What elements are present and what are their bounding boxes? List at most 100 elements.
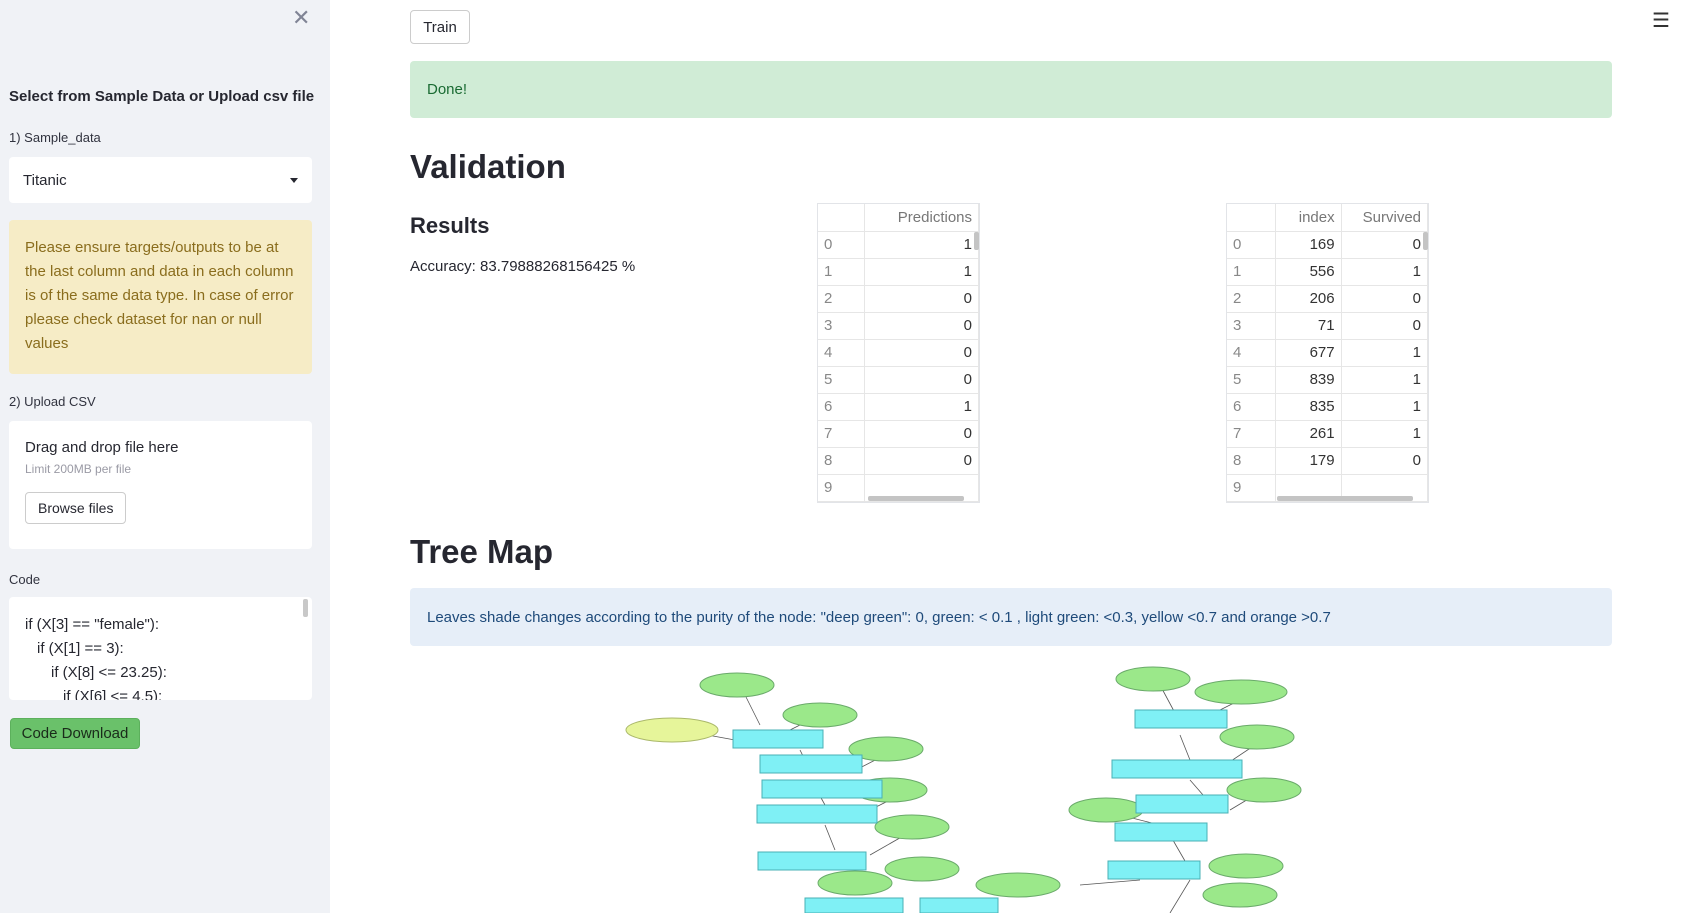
column-header[interactable]: Predictions xyxy=(864,204,979,232)
table-row: 3 71 0 xyxy=(1227,312,1428,340)
menu-icon[interactable]: ☰ xyxy=(1652,8,1670,33)
table-cell[interactable]: 1 xyxy=(1341,339,1428,367)
accuracy-text: Accuracy: 83.79888268156425 % xyxy=(410,258,636,275)
row-index: 6 xyxy=(818,393,866,421)
table-header-row: index Survived xyxy=(1227,204,1428,232)
actuals-dataframe[interactable]: index Survived 0 169 0 1 556 1 2 206 0 3 71 0 46… xyxy=(1226,203,1429,503)
scrollbar[interactable] xyxy=(1423,232,1428,250)
table-row: 61 xyxy=(818,393,979,421)
table-row: 2 206 0 xyxy=(1227,285,1428,313)
browse-files-button[interactable]: Browse files xyxy=(25,492,127,524)
table-row: 4 677 1 xyxy=(1227,339,1428,367)
close-icon[interactable]: ✕ xyxy=(292,6,310,30)
tree-map-image xyxy=(625,666,1302,913)
drop-text: Drag and drop file here xyxy=(25,439,179,456)
code-line: if (X[6] <= 4.5): xyxy=(63,688,163,700)
table-row: 50 xyxy=(818,366,979,394)
table-row: 20 xyxy=(818,285,979,313)
table-row: 70 xyxy=(818,420,979,448)
validation-heading: Validation xyxy=(410,148,566,185)
table-cell[interactable]: 0 xyxy=(864,447,979,475)
column-header[interactable] xyxy=(1227,204,1277,232)
code-textarea[interactable]: if (X[3] == "female"): if (X[1] == 3): i… xyxy=(9,597,312,700)
row-index: 6 xyxy=(1227,393,1277,421)
table-cell[interactable]: 0 xyxy=(864,420,979,448)
row-index: 8 xyxy=(818,447,866,475)
table-cell[interactable]: 677 xyxy=(1275,339,1342,367)
row-index: 7 xyxy=(1227,420,1277,448)
table-row: 80 xyxy=(818,447,979,475)
table-cell[interactable]: 0 xyxy=(1341,447,1428,475)
column-header[interactable] xyxy=(818,204,866,232)
code-line: if (X[1] == 3): xyxy=(37,640,124,657)
row-index: 2 xyxy=(1227,285,1277,313)
column-header[interactable]: index xyxy=(1275,204,1342,232)
table-row: 01 xyxy=(818,231,979,259)
tree-nodes xyxy=(625,666,1302,913)
table-cell[interactable]: 839 xyxy=(1275,366,1342,394)
row-index: 4 xyxy=(818,339,866,367)
train-button[interactable]: Train xyxy=(410,10,470,44)
table-cell[interactable]: 835 xyxy=(1275,393,1342,421)
table-cell[interactable]: 1 xyxy=(1341,393,1428,421)
row-index: 9 xyxy=(818,474,866,502)
table-cell[interactable]: 0 xyxy=(1341,285,1428,313)
table-cell[interactable]: 1 xyxy=(864,393,979,421)
code-label: Code xyxy=(9,572,41,587)
sample-data-select[interactable]: Titanic xyxy=(9,157,312,203)
table-cell[interactable]: 556 xyxy=(1275,258,1342,286)
table-cell[interactable]: 0 xyxy=(864,285,979,313)
predictions-table: Predictions 01 11 20 30 40 50 61 70 80 9 xyxy=(818,204,979,502)
actuals-table: index Survived 0 169 0 1 556 1 2 206 0 3 71 0 46… xyxy=(1227,204,1428,502)
table-row: 8 179 0 xyxy=(1227,447,1428,475)
table-cell[interactable]: 0 xyxy=(864,366,979,394)
table-cell[interactable]: 169 xyxy=(1275,231,1342,259)
info-alert: Leaves shade changes according to the pu… xyxy=(410,588,1612,646)
predictions-dataframe[interactable]: Predictions 01 11 20 30 40 50 61 70 80 9 xyxy=(817,203,980,503)
warning-alert: Please ensure targets/outputs to be at t… xyxy=(9,220,312,374)
sample-data-value: Titanic xyxy=(23,171,67,189)
table-cell[interactable]: 261 xyxy=(1275,420,1342,448)
table-row: 1 556 1 xyxy=(1227,258,1428,286)
table-cell[interactable]: 0 xyxy=(1341,312,1428,340)
sidebar-title: Select from Sample Data or Upload csv fi… xyxy=(9,88,315,105)
table-cell[interactable]: 1 xyxy=(1341,366,1428,394)
code-download-button[interactable]: Code Download xyxy=(10,718,140,749)
row-index: 1 xyxy=(1227,258,1277,286)
tree-map-heading: Tree Map xyxy=(410,533,554,570)
row-index: 7 xyxy=(818,420,866,448)
scrollbar[interactable] xyxy=(1277,496,1413,501)
scrollbar[interactable] xyxy=(303,599,308,617)
table-cell[interactable]: 0 xyxy=(864,339,979,367)
limit-text: Limit 200MB per file xyxy=(25,462,132,476)
table-cell[interactable]: 1 xyxy=(864,258,979,286)
sample-data-label: 1) Sample_data xyxy=(9,130,101,145)
table-cell[interactable]: 0 xyxy=(864,312,979,340)
table-row: 30 xyxy=(818,312,979,340)
row-index: 3 xyxy=(1227,312,1277,340)
table-row: 40 xyxy=(818,339,979,367)
table-cell[interactable]: 206 xyxy=(1275,285,1342,313)
row-index: 0 xyxy=(1227,231,1277,259)
chevron-down-icon xyxy=(290,177,298,183)
table-cell[interactable]: 179 xyxy=(1275,447,1342,475)
column-header[interactable]: Survived xyxy=(1341,204,1428,232)
scrollbar[interactable] xyxy=(868,496,964,501)
row-index: 5 xyxy=(818,366,866,394)
upload-csv-label: 2) Upload CSV xyxy=(9,394,96,409)
scrollbar[interactable] xyxy=(974,232,979,250)
table-cell[interactable]: 1 xyxy=(1341,420,1428,448)
table-cell[interactable]: 71 xyxy=(1275,312,1342,340)
table-row: 0 169 0 xyxy=(1227,231,1428,259)
code-line: if (X[3] == "female"): xyxy=(25,616,160,633)
file-uploader[interactable]: Drag and drop file here Limit 200MB per … xyxy=(9,421,312,549)
results-heading: Results xyxy=(410,213,490,238)
table-row: 6 835 1 xyxy=(1227,393,1428,421)
table-cell[interactable]: 1 xyxy=(864,231,979,259)
row-index: 4 xyxy=(1227,339,1277,367)
row-index: 2 xyxy=(818,285,866,313)
table-cell[interactable]: 0 xyxy=(1341,231,1428,259)
success-text: Done! xyxy=(427,81,468,98)
table-cell[interactable]: 1 xyxy=(1341,258,1428,286)
info-text: Leaves shade changes according to the pu… xyxy=(427,608,1331,626)
